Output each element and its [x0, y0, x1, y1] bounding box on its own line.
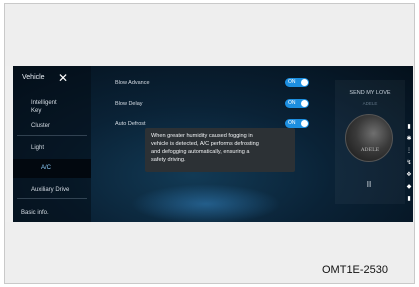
- tooltip-line: vehicle is detected, A/C performs defros…: [151, 141, 259, 147]
- status-rail-icons: ❖: [406, 172, 412, 178]
- sidebar-item-label: A/C: [41, 165, 52, 171]
- background-glow: [131, 184, 281, 222]
- sidebar-item-basic-info[interactable]: Basic info.: [17, 209, 91, 217]
- setting-label: Blow Delay: [115, 101, 143, 107]
- help-tooltip: When greater humidity caused fogging in …: [145, 128, 295, 172]
- status-rail-icons: ✱: [406, 136, 412, 142]
- status-rail-icons: ↯: [406, 160, 412, 166]
- toggle-knob: [301, 79, 308, 86]
- setting-row-blow-advance: Blow Advance ON: [115, 78, 315, 90]
- sidebar-item-label: Light: [31, 145, 45, 151]
- album-cover-lettering: ADELE: [360, 147, 380, 153]
- toggle-switch[interactable]: ON: [285, 99, 309, 108]
- status-rail-icons: ⋮: [406, 148, 412, 154]
- sidebar-header: Vehicle ✕: [18, 71, 88, 88]
- sidebar-item-label: Basic info.: [21, 210, 49, 216]
- toggle-state: ON: [288, 79, 296, 85]
- artist-name: ADELE: [362, 101, 378, 106]
- song-title: SEND MY LOVE: [349, 90, 391, 96]
- figure-frame: Vehicle ✕ Intelligent Key Cluster Light …: [4, 3, 415, 284]
- sidebar-divider: [17, 135, 87, 136]
- sidebar-item-auxiliary-drive[interactable]: Auxiliary Drive: [17, 186, 91, 194]
- sidebar-item-intelligent-key[interactable]: Intelligent Key: [17, 99, 91, 115]
- sidebar-item-cluster[interactable]: Cluster: [17, 122, 91, 130]
- status-rail-icons: ▮: [407, 124, 411, 130]
- status-rail-icons: ◆: [406, 184, 412, 190]
- setting-label: Blow Advance: [115, 80, 150, 86]
- sidebar-title: Vehicle: [22, 74, 45, 81]
- tooltip-line: and defogging automatically, ensuring a: [151, 149, 250, 155]
- tooltip-line: When greater humidity caused fogging in: [151, 133, 253, 139]
- sidebar-item-label: Intelligent Key: [31, 100, 57, 114]
- sidebar-item-ac[interactable]: A/C: [13, 159, 91, 178]
- media-player-panel[interactable]: SEND MY LOVE ADELE ADELE II: [335, 80, 405, 204]
- top-margin: [5, 4, 414, 66]
- setting-row-blow-delay: Blow Delay ON: [115, 99, 315, 111]
- toggle-state: ON: [288, 100, 296, 106]
- sidebar-item-light[interactable]: Light: [17, 144, 91, 152]
- album-cover: ADELE: [345, 114, 393, 162]
- tooltip-line: safety driving.: [151, 157, 186, 163]
- infotainment-screen: Vehicle ✕ Intelligent Key Cluster Light …: [13, 66, 413, 222]
- toggle-state: ON: [288, 120, 296, 126]
- status-rail-icons: ▮: [407, 196, 411, 202]
- toggle-switch[interactable]: ON: [285, 119, 309, 128]
- pause-icon[interactable]: II: [361, 180, 377, 190]
- status-rail: ▮ ✱ ⋮ ↯ ❖ ◆ ▮: [406, 124, 413, 216]
- toggle-knob: [301, 100, 308, 107]
- sidebar-divider: [17, 198, 87, 199]
- toggle-switch[interactable]: ON: [285, 78, 309, 87]
- close-icon[interactable]: ✕: [58, 71, 68, 85]
- sidebar-item-label: Cluster: [31, 123, 51, 129]
- figure-reference-code: OMT1E-2530: [322, 264, 389, 276]
- toggle-knob: [301, 120, 308, 127]
- setting-label: Auto Defrost: [115, 121, 146, 127]
- settings-sidebar: Vehicle ✕ Intelligent Key Cluster Light …: [13, 66, 91, 222]
- sidebar-item-label: Auxiliary Drive: [31, 187, 70, 193]
